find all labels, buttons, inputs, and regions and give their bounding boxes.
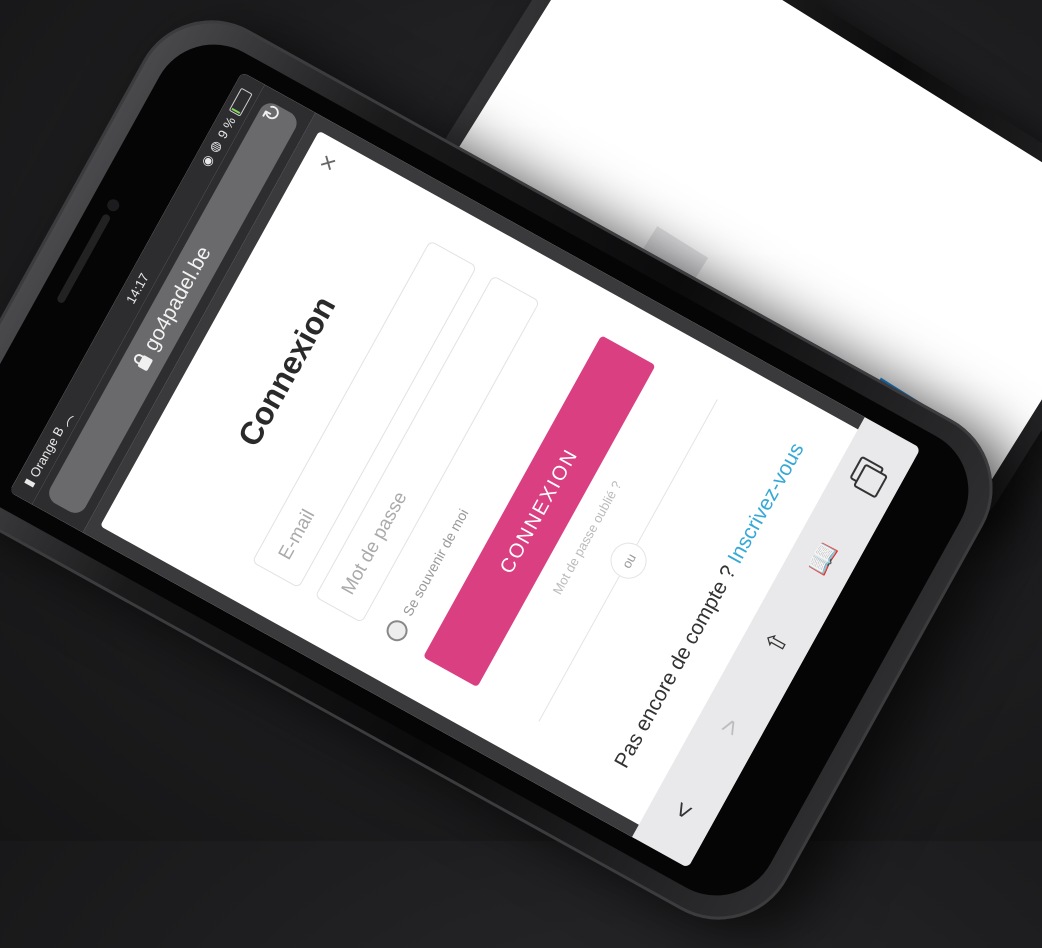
scene: 00 ^ ^ ▮ Orange B ︵ 14:17 ◉ ◍ 9 % (0, 0, 1042, 948)
divider-label: ou (604, 536, 654, 586)
back-icon[interactable]: < (661, 787, 706, 834)
close-icon[interactable]: × (311, 149, 345, 177)
forward-icon[interactable]: > (708, 703, 753, 750)
remember-checkbox[interactable] (382, 616, 412, 645)
location-icon: ◉ (197, 152, 217, 170)
lock-icon (136, 354, 153, 372)
bookmarks-icon[interactable]: 📖 (801, 535, 846, 582)
alarm-icon: ◍ (205, 137, 225, 155)
share-icon[interactable]: ⇧ (754, 619, 799, 666)
tabs-icon[interactable] (846, 451, 892, 498)
